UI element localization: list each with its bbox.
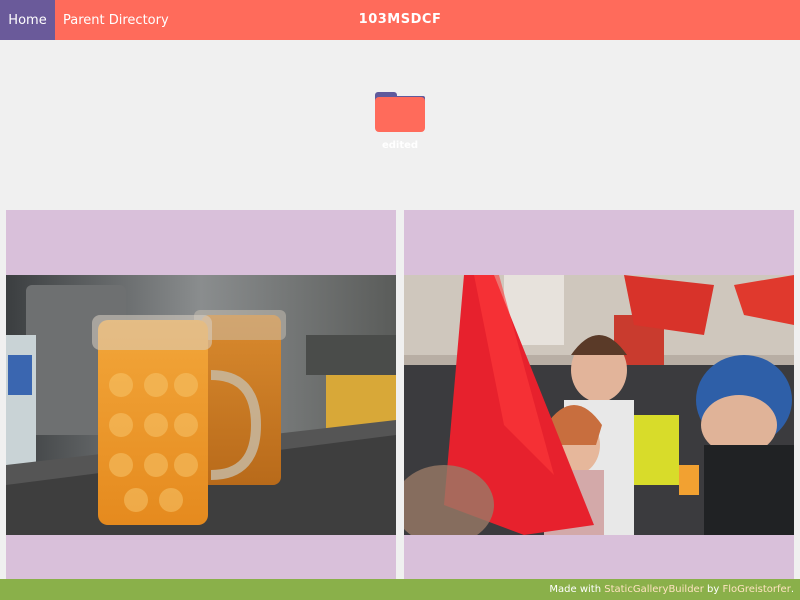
footer-made-with: Made with bbox=[549, 584, 605, 595]
gallery-item[interactable] bbox=[6, 210, 396, 579]
header-bar: Home Parent Directory bbox=[0, 0, 800, 40]
folder-item-edited[interactable]: edited bbox=[360, 88, 440, 160]
home-link[interactable]: Home bbox=[0, 0, 55, 40]
author-link[interactable]: FloGreistorfer bbox=[722, 584, 790, 595]
folder-icon bbox=[374, 88, 426, 132]
folder-label: edited bbox=[381, 140, 419, 151]
footer-by: by bbox=[703, 584, 723, 595]
footer-period: . bbox=[790, 584, 794, 595]
parent-directory-link[interactable]: Parent Directory bbox=[55, 0, 177, 40]
photo-beer-mugs[interactable] bbox=[6, 275, 396, 535]
footer: Made with StaticGalleryBuilder by FloGre… bbox=[0, 579, 800, 600]
photo-demonstration[interactable] bbox=[404, 275, 794, 535]
image-gallery bbox=[6, 210, 794, 579]
static-gallery-builder-link[interactable]: StaticGalleryBuilder bbox=[604, 584, 704, 595]
gallery-item[interactable] bbox=[404, 210, 794, 579]
